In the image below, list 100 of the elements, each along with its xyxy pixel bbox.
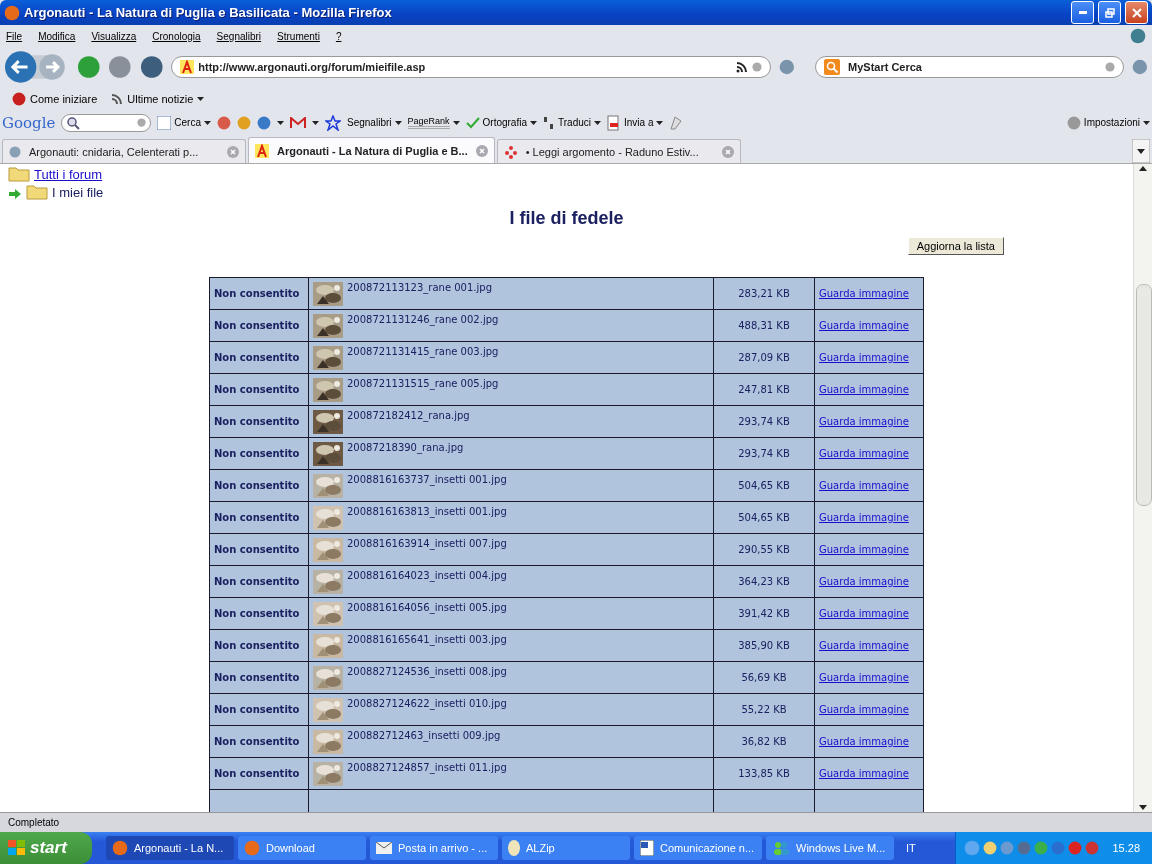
file-size: 133,85 KB <box>737 768 791 779</box>
search-icon <box>66 115 81 130</box>
translate-icon <box>543 115 555 130</box>
file-name: 200872182412_rana.jpg <box>347 409 470 421</box>
permission-text: Non consentito <box>214 672 300 683</box>
taskbar-button[interactable]: Windows Live M... <box>766 836 894 860</box>
file-size: 385,90 KB <box>737 640 791 651</box>
file-size: 283,21 KB <box>737 288 791 299</box>
menu-item[interactable]: File <box>6 30 23 42</box>
file-name: 20087218390_rana.jpg <box>347 441 464 453</box>
caret-icon <box>530 120 537 125</box>
folder-icon <box>26 182 48 200</box>
windows-flag-icon <box>8 840 26 856</box>
send-icon <box>607 114 621 131</box>
url-field[interactable]: http://www.argonauti.org/forum/mieifile.asp <box>171 56 772 78</box>
caret-icon <box>204 120 211 125</box>
menu-item[interactable]: Visualizza <box>91 30 137 42</box>
file-size: 391,42 KB <box>737 608 791 619</box>
file-name: 200872113123_rane 001.jpg <box>347 281 492 293</box>
file-size: 287,09 KB <box>737 352 791 363</box>
permission-text: Non consentito <box>214 448 300 459</box>
caret-icon <box>594 120 601 125</box>
file-name: 2008721131515_rane 005.jpg <box>347 377 499 389</box>
taskbar-button[interactable]: Download <box>238 836 366 860</box>
file-name: 2008816163914_insetti 007.jpg <box>347 537 507 549</box>
caret-icon <box>394 120 402 125</box>
search-field[interactable]: MyStart Cerca <box>815 56 1125 78</box>
taskbar-button[interactable]: Posta in arrivo - ... <box>370 836 498 860</box>
scroll-thumb[interactable] <box>1136 284 1152 506</box>
bookmarks-button[interactable]: Segnalibri <box>347 117 402 128</box>
file-size: 488,31 KB <box>737 320 791 331</box>
file-name: 2008816163813_insetti 001.jpg <box>347 505 507 517</box>
browser-tab[interactable]: Argonauti: cnidaria, Celenterati p... <box>2 139 246 163</box>
site-icon <box>180 60 195 74</box>
menu-item[interactable]: Strumenti <box>277 30 320 42</box>
arrow-icon <box>8 188 22 200</box>
file-name: 2008816165641_insetti 003.jpg <box>347 633 507 645</box>
status-text: Completato <box>8 817 60 828</box>
window-title: Argonauti - La Natura di Puglia e Basilicata - Mozilla Firefox <box>24 5 393 20</box>
translate-button[interactable]: Traduci <box>543 115 601 130</box>
current-page-text: I miei file <box>52 185 104 200</box>
refresh-button[interactable]: Aggiorna la lista <box>907 237 1004 255</box>
permission-text: Non consentito <box>214 768 300 779</box>
file-name: 2008816164056_insetti 005.jpg <box>347 601 507 613</box>
browser-tab[interactable]: • Leggi argomento - Raduno Estiv... <box>496 139 741 163</box>
restore-button[interactable] <box>1098 1 1121 24</box>
permission-text: Non consentito <box>214 512 300 523</box>
file-size: 293,74 KB <box>737 448 791 459</box>
file-size: 504,65 KB <box>737 480 791 491</box>
taskbar-button[interactable]: Argonauti - La N... <box>106 836 234 860</box>
file-name: 2008721131415_rane 003.jpg <box>347 345 499 357</box>
caret-icon <box>197 96 205 101</box>
file-size: 293,74 KB <box>737 416 791 427</box>
rss-icon <box>111 92 124 105</box>
settings-button[interactable]: Impostazioni <box>1066 115 1150 130</box>
rss-icon[interactable] <box>736 61 749 73</box>
check-icon <box>465 116 480 129</box>
file-size: 36,82 KB <box>740 736 788 747</box>
file-size: 247,81 KB <box>737 384 791 395</box>
pagerank-button[interactable]: PageRank <box>407 116 460 129</box>
file-name: 2008827124536_insetti 008.jpg <box>347 665 507 677</box>
bookmark-item[interactable]: Ultime notizie <box>111 92 205 105</box>
search-button[interactable]: Cerca <box>157 115 211 130</box>
menu-item[interactable]: Cronologia <box>152 30 201 42</box>
permission-text: Non consentito <box>214 320 300 331</box>
permission-text: Non consentito <box>214 704 300 715</box>
file-name: 200882712463_insetti 009.jpg <box>347 729 501 741</box>
permission-text: Non consentito <box>214 480 300 491</box>
menu-item[interactable]: Modifica <box>38 30 76 42</box>
caret-icon <box>312 120 319 125</box>
menu-item[interactable]: Segnalibri <box>216 30 262 42</box>
permission-text: Non consentito <box>214 640 300 651</box>
browser-tab[interactable]: Argonauti - La Natura di Puglia e B... <box>248 137 495 163</box>
minimize-button[interactable] <box>1071 1 1094 24</box>
bookmark-item[interactable]: Come iniziare <box>12 91 98 106</box>
taskbar-button[interactable]: Comunicazione n... <box>634 836 762 860</box>
menu-item[interactable]: ? <box>335 30 342 42</box>
file-name: 2008816163737_insetti 001.jpg <box>347 473 507 485</box>
tab-list-button[interactable] <box>1132 139 1150 163</box>
file-size: 504,65 KB <box>737 512 791 523</box>
permission-text: Non consentito <box>214 416 300 427</box>
scrollbar[interactable] <box>1133 164 1152 812</box>
close-button[interactable] <box>1125 1 1148 24</box>
site-icon <box>255 143 269 158</box>
permission-text: Non consentito <box>214 288 300 299</box>
document-icon <box>640 840 654 856</box>
language-indicator[interactable]: IT <box>906 842 916 854</box>
google-search-field[interactable] <box>61 113 152 132</box>
permission-text: Non consentito <box>214 384 300 395</box>
caret-icon <box>1143 120 1150 125</box>
search-icon <box>824 59 840 75</box>
file-size: 55,22 KB <box>740 704 788 715</box>
forum-link[interactable]: Tutti i forum <box>34 167 103 182</box>
file-size: 56,69 KB <box>740 672 788 683</box>
permission-text: Non consentito <box>214 576 300 587</box>
send-button[interactable]: Invia a <box>607 114 664 131</box>
permission-text: Non consentito <box>214 352 300 363</box>
taskbar-button[interactable]: ALZip <box>502 836 630 860</box>
file-name: 2008816164023_insetti 004.jpg <box>347 569 507 581</box>
spelling-button[interactable]: Ortografia <box>465 116 537 129</box>
